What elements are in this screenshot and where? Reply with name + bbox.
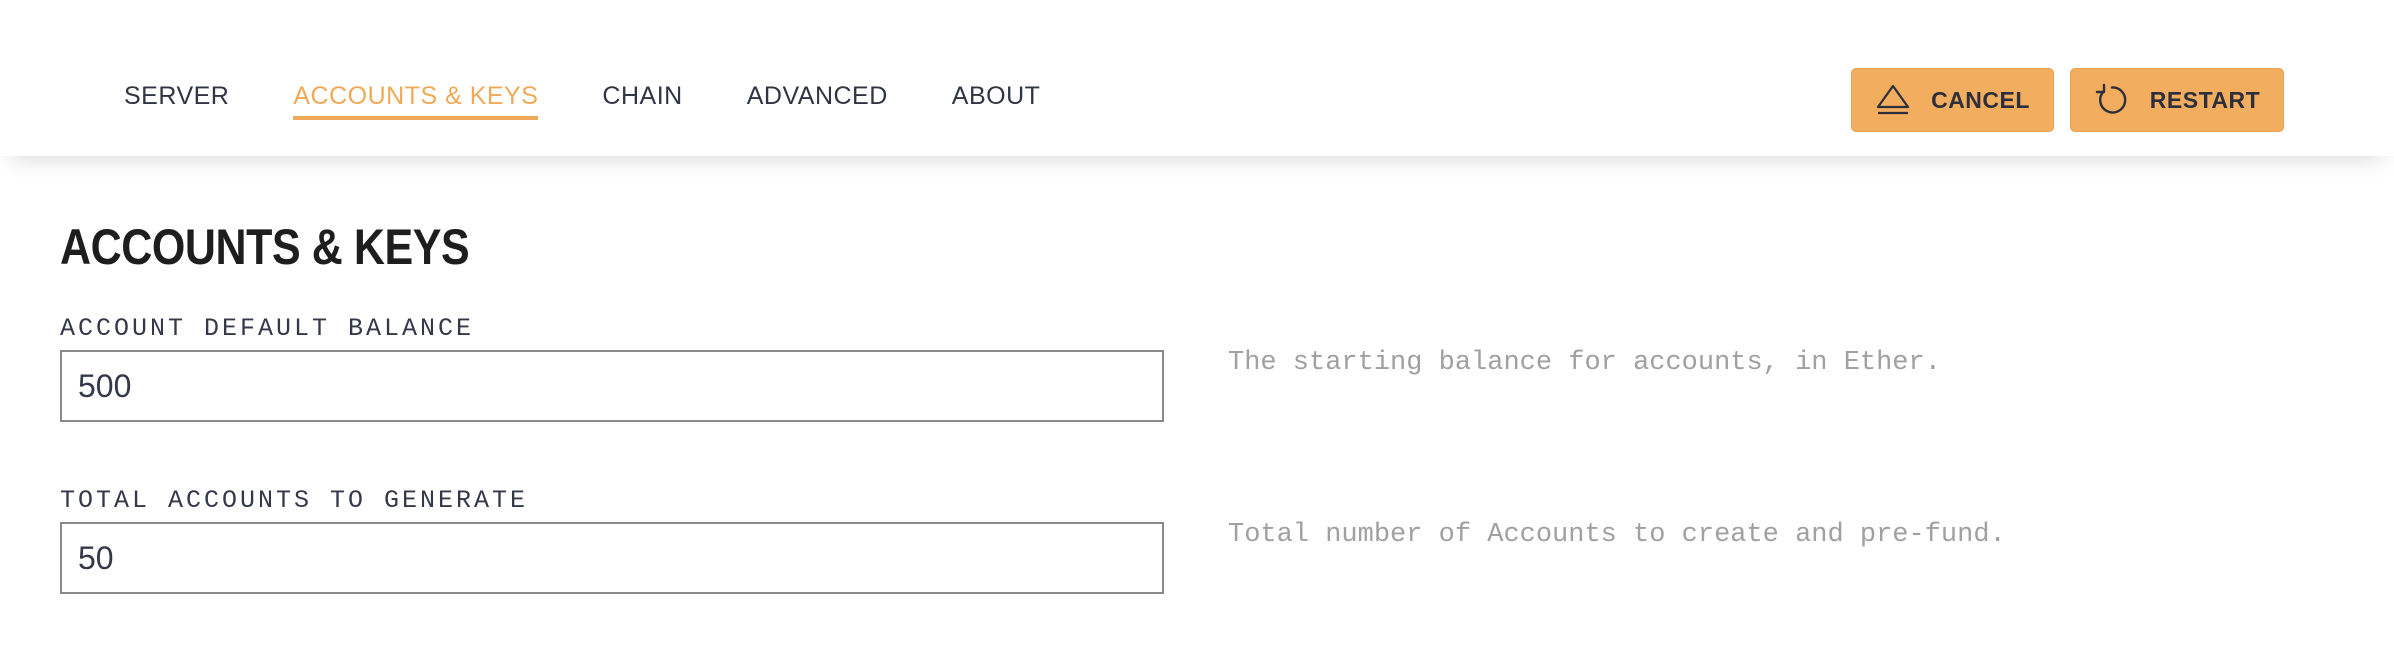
nav-item-advanced[interactable]: ADVANCED (747, 80, 888, 120)
restart-button[interactable]: RESTART (2070, 68, 2284, 132)
nav-item-chain[interactable]: CHAIN (602, 80, 682, 120)
nav-item-accounts-keys[interactable]: ACCOUNTS & KEYS (293, 80, 539, 120)
action-buttons: CANCEL RESTART (1835, 68, 2284, 132)
account-default-balance-help: The starting balance for accounts, in Et… (1228, 348, 1941, 378)
nav-item-about[interactable]: ABOUT (952, 80, 1041, 120)
nav-item-server[interactable]: SERVER (124, 80, 229, 120)
account-default-balance-input[interactable] (60, 350, 1164, 422)
total-accounts-help: Total number of Accounts to create and p… (1228, 520, 2006, 550)
total-accounts-input[interactable] (60, 522, 1164, 594)
account-default-balance-label: ACCOUNT DEFAULT BALANCE (60, 314, 475, 343)
restart-icon (2094, 82, 2130, 118)
main-nav: SERVER ACCOUNTS & KEYS CHAIN ADVANCED AB… (124, 80, 1104, 120)
eject-icon (1875, 82, 1911, 118)
top-bar: SERVER ACCOUNTS & KEYS CHAIN ADVANCED AB… (0, 0, 2394, 156)
cancel-button[interactable]: CANCEL (1851, 68, 2054, 132)
total-accounts-label: TOTAL ACCOUNTS TO GENERATE (60, 486, 529, 515)
page-title: ACCOUNTS & KEYS (60, 219, 470, 275)
restart-button-label: RESTART (2149, 86, 2261, 113)
cancel-button-label: CANCEL (1931, 86, 2030, 113)
